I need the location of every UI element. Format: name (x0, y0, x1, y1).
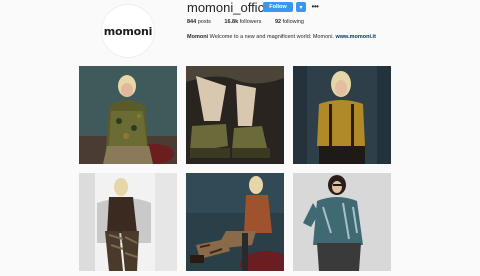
chevron-down-icon: ▾ (299, 4, 303, 11)
post-thumbnail[interactable] (293, 66, 391, 164)
post-image (79, 173, 177, 271)
stat-followers[interactable]: 16.8k followers (224, 19, 261, 25)
post-thumbnail[interactable] (186, 173, 284, 271)
stat-posts-count: 844 (187, 19, 197, 25)
stat-followers-count: 16.8k (224, 19, 239, 25)
post-image (186, 173, 284, 271)
posts-grid (79, 66, 393, 276)
avatar-logo-text: momoni (103, 24, 153, 38)
profile-bio: Momoni Welcome to a new and magnificent … (187, 34, 376, 40)
follow-button[interactable]: Follow (263, 2, 293, 12)
bio-text: Welcome to a new and magnificent world: … (209, 34, 334, 40)
stat-followers-label: followers (239, 19, 262, 25)
post-thumbnail[interactable] (79, 173, 177, 271)
post-thumbnail[interactable] (293, 173, 391, 271)
stat-posts[interactable]: 844 posts (187, 19, 211, 25)
post-image (293, 173, 391, 271)
bio-website-link[interactable]: www.momoni.it (335, 34, 375, 40)
stat-following[interactable]: 92 following (275, 19, 304, 25)
profile-avatar[interactable]: momoni (101, 4, 155, 58)
more-options-icon[interactable]: ••• (310, 0, 320, 12)
suggestions-dropdown-button[interactable]: ▾ (296, 2, 306, 12)
post-image (293, 66, 391, 164)
bio-name: Momoni (187, 34, 209, 40)
stat-following-label: following (282, 19, 304, 25)
post-image (186, 66, 284, 164)
profile-header: momoni momoni_official Follow ▾ ••• 844 … (0, 0, 480, 58)
post-thumbnail[interactable] (186, 66, 284, 164)
post-thumbnail[interactable] (79, 66, 177, 164)
stat-posts-label: posts (197, 19, 211, 25)
stat-following-count: 92 (274, 19, 282, 25)
post-image (79, 66, 177, 164)
profile-stats: 844 posts 16.8k followers 92 following (187, 19, 316, 25)
